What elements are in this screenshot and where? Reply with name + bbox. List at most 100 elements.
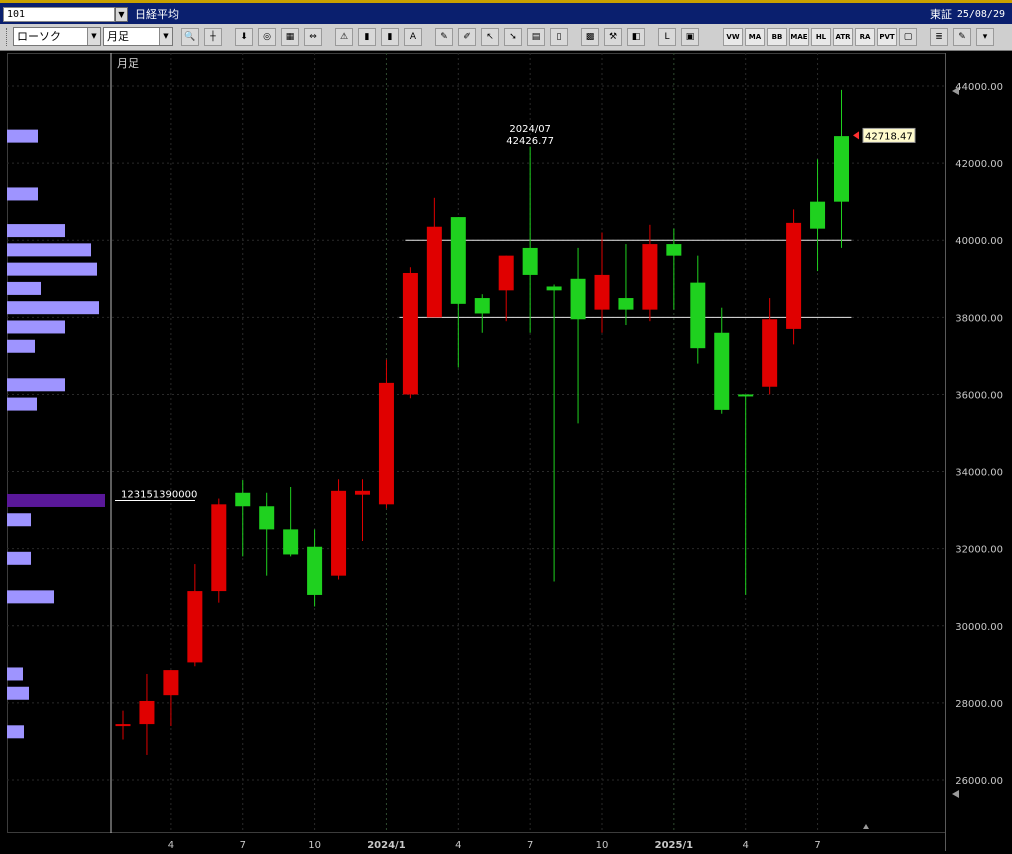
candle-body	[834, 136, 849, 202]
list-button[interactable]: ≣	[930, 28, 948, 46]
period-label: 月足	[117, 57, 139, 70]
pen-button[interactable]: ✎	[435, 28, 453, 46]
wrench-icon: ⚒	[608, 32, 618, 42]
high-date-label: 2024/07	[509, 124, 551, 135]
search-button[interactable]: 🔍	[181, 28, 199, 46]
candle-body	[642, 244, 658, 310]
chart-type-select[interactable]: ローソク ▼	[13, 27, 101, 46]
volume-profile-bar	[7, 667, 23, 681]
candle-body	[235, 492, 251, 507]
calendar-button[interactable]: ▣	[681, 28, 699, 46]
candle-body	[738, 394, 754, 397]
x-tick-label: 2024/1	[367, 840, 405, 851]
crosshair-button[interactable]: ┼	[204, 28, 222, 46]
cursor-icon: ↖	[486, 32, 494, 42]
volume-profile-bar	[7, 320, 65, 334]
volume-profile-bar	[7, 129, 38, 143]
palette-icon: ◧	[631, 32, 641, 42]
volume-profile-bar	[7, 339, 35, 353]
volume-profile-bar	[7, 493, 105, 507]
download-button[interactable]: ⬇	[235, 28, 253, 46]
y-tick-label: 30000.00	[955, 622, 1003, 633]
palette-button[interactable]: ◧	[627, 28, 645, 46]
volume-profile-bar	[7, 301, 99, 315]
candle-body	[570, 278, 586, 320]
chevron-down-icon: ▼	[159, 28, 172, 45]
volume-profile-bar	[7, 262, 97, 276]
arrow-button[interactable]: ➘	[504, 28, 522, 46]
period-select[interactable]: 月足 ▼	[103, 27, 173, 46]
period-value: 月足	[107, 30, 129, 43]
arrows-button[interactable]: ⇔	[304, 28, 322, 46]
pencil-button[interactable]: ✐	[458, 28, 476, 46]
candle-body	[762, 319, 778, 387]
volume-profile-bar	[7, 686, 29, 700]
candle-body	[355, 490, 370, 495]
cursor-button[interactable]: ↖	[481, 28, 499, 46]
list-icon: ≣	[935, 32, 943, 42]
x-tick-label: 4	[168, 840, 174, 851]
search-icon: 🔍	[184, 32, 196, 42]
warning-button[interactable]: ⚠	[335, 28, 353, 46]
indicator-button[interactable]: PVT	[877, 28, 897, 46]
y-tick-label: 34000.00	[955, 468, 1003, 479]
chart-area[interactable]: 44000.00 42000.00 40000.00 38000.00 36000.00…	[7, 53, 1010, 851]
clipboard-icon: ▤	[531, 32, 541, 42]
volume-profile-bar	[7, 397, 37, 411]
candle	[211, 498, 227, 603]
candle-body	[378, 382, 394, 505]
indicator-button[interactable]: HL	[811, 28, 831, 46]
chart-background	[7, 53, 1010, 851]
high-value-label: 42426.77	[506, 136, 554, 147]
candle-body	[810, 201, 826, 229]
x-tick-label: 10	[308, 840, 321, 851]
candle-button[interactable]: ▮	[381, 28, 399, 46]
clipboard-button[interactable]: ▤	[527, 28, 545, 46]
trash-icon: ▯	[556, 32, 562, 42]
candle-body	[211, 504, 227, 592]
zoom-button[interactable]: ◎	[258, 28, 276, 46]
trash-button[interactable]: ▯	[550, 28, 568, 46]
candle-button[interactable]: ▮	[358, 28, 376, 46]
toolbar-grip[interactable]	[6, 28, 10, 46]
y-tick-label: 32000.00	[955, 545, 1003, 556]
volume-profile-bar	[7, 224, 65, 238]
x-tick-label: 10	[596, 840, 609, 851]
arrows-icon: ⇔	[309, 32, 317, 42]
table-button[interactable]: ▦	[281, 28, 299, 46]
candlestick-chart[interactable]: 44000.00 42000.00 40000.00 38000.00 36000.00…	[7, 53, 1010, 851]
log-button[interactable]: L	[658, 28, 676, 46]
x-tick-label: 4	[743, 840, 749, 851]
y-tick-label: 42000.00	[955, 159, 1003, 170]
volume-profile-bar	[7, 281, 41, 295]
code-dropdown-button[interactable]: ▼	[115, 7, 128, 22]
edit-button[interactable]: ✎	[953, 28, 971, 46]
volume-profile-bar	[7, 378, 65, 392]
instrument-name: 日経平均	[135, 8, 179, 21]
indicator-button[interactable]: VW AP	[723, 28, 743, 46]
candle-body	[307, 546, 323, 595]
all-button[interactable]: A	[404, 28, 422, 46]
candle-body	[594, 274, 610, 310]
volume-profile-label: 123151390000	[121, 489, 197, 500]
candle-icon: ▮	[387, 32, 393, 42]
menu-button[interactable]: ▾	[976, 28, 994, 46]
table-icon: ▦	[285, 32, 295, 42]
code-input[interactable]: 101	[3, 7, 115, 22]
warning-icon: ⚠	[339, 32, 349, 42]
indicator-button[interactable]: MAE	[789, 28, 809, 46]
candle-body	[786, 222, 802, 329]
indicator-button[interactable]: MA	[745, 28, 765, 46]
indicator-button[interactable]: BB	[767, 28, 787, 46]
indicator-button[interactable]: RA RA	[855, 28, 875, 46]
volume-profile-bar	[7, 513, 31, 527]
pattern-button[interactable]: ▩	[581, 28, 599, 46]
candle-body	[666, 244, 682, 256]
y-tick-label: 26000.00	[955, 776, 1003, 787]
volume-profile-bar	[7, 187, 38, 201]
window-button[interactable]: ▢	[899, 28, 917, 46]
wrench-button[interactable]: ⚒	[604, 28, 622, 46]
candle-body	[331, 490, 347, 576]
volume-profile-bar	[7, 725, 24, 739]
indicator-button[interactable]: ATR	[833, 28, 853, 46]
